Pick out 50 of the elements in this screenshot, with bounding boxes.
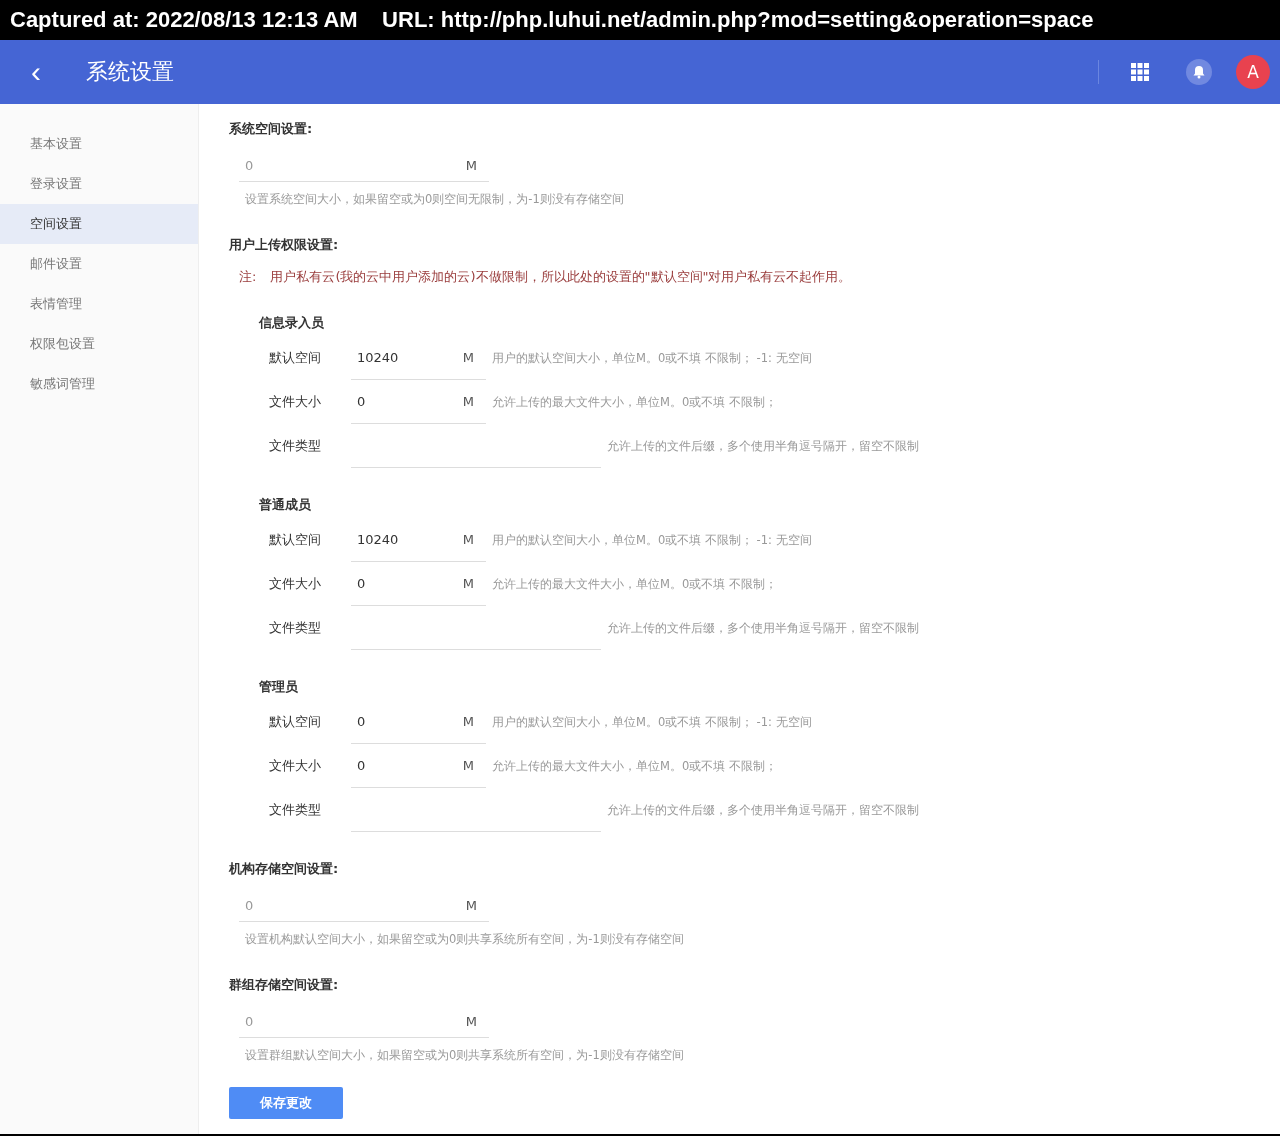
unit-label: M bbox=[462, 700, 486, 744]
group-title: 普通成员 bbox=[259, 496, 312, 514]
hint-text: 允许上传的文件后缀，多个使用半角逗号隔开，留空不限制 bbox=[607, 802, 919, 818]
sidebar-item[interactable]: 基本设置 bbox=[0, 124, 198, 164]
hint-text: 设置机构默认空间大小，如果留空或为0则共享系统所有空间，为-1则没有存储空间 bbox=[245, 932, 685, 948]
capture-caption: Captured at: 2022/08/13 12:13 AM URL: http://php.luhui.net/admin.php?mod=setting&operation=space bbox=[0, 0, 1280, 40]
unit-label: M bbox=[462, 518, 486, 562]
hint-text: 允许上传的文件后缀，多个使用半角逗号隔开，留空不限制 bbox=[607, 438, 919, 454]
hint-text: 允许上传的最大文件大小，单位M。0或不填 不限制； bbox=[492, 576, 777, 592]
sidebar-item[interactable]: 邮件设置 bbox=[0, 244, 198, 284]
hint-text: 允许上传的最大文件大小，单位M。0或不填 不限制； bbox=[492, 758, 777, 774]
section-title: 机构存储空间设置: bbox=[229, 860, 340, 878]
back-button[interactable]: ‹ bbox=[0, 57, 72, 87]
field-label: 默认空间 bbox=[269, 713, 322, 731]
sidebar-item[interactable]: 表情管理 bbox=[0, 284, 198, 324]
user-avatar[interactable]: A bbox=[1236, 55, 1270, 89]
unit-label: M bbox=[465, 1006, 489, 1038]
field-label: 文件大小 bbox=[269, 393, 322, 411]
unit-label: M bbox=[465, 150, 489, 182]
page-title: 系统设置 bbox=[86, 58, 174, 86]
hint-text: 设置系统空间大小，如果留空或为0则空间无限制，为-1则没有存储空间 bbox=[245, 192, 625, 208]
field-label: 文件类型 bbox=[269, 619, 322, 637]
sidebar-item[interactable]: 登录设置 bbox=[0, 164, 198, 204]
hint-text: 设置群组默认空间大小，如果留空或为0则共享系统所有空间，为-1则没有存储空间 bbox=[245, 1048, 685, 1064]
section-title: 系统空间设置: bbox=[229, 120, 314, 138]
field-label: 默认空间 bbox=[269, 349, 322, 367]
hint-text: 允许上传的最大文件大小，单位M。0或不填 不限制； bbox=[492, 394, 777, 410]
group-title: 管理员 bbox=[259, 678, 299, 696]
apps-grid-icon[interactable] bbox=[1131, 63, 1149, 81]
note-label: 注: bbox=[239, 268, 257, 286]
unit-label: M bbox=[465, 890, 489, 922]
hint-text: 用户的默认空间大小，单位M。0或不填 不限制； -1: 无空间 bbox=[492, 714, 812, 730]
field-label: 文件类型 bbox=[269, 437, 322, 455]
field-label: 文件类型 bbox=[269, 801, 322, 819]
hint-text: 允许上传的文件后缀，多个使用半角逗号隔开，留空不限制 bbox=[607, 620, 919, 636]
save-button[interactable]: 保存更改 bbox=[229, 1087, 343, 1119]
note-text: 用户私有云(我的云中用户添加的云)不做限制，所以此处的设置的"默认空间"对用户私有云不起作用。 bbox=[270, 268, 852, 286]
field-label: 文件大小 bbox=[269, 757, 322, 775]
field-label: 默认空间 bbox=[269, 531, 322, 549]
sidebar-item[interactable]: 权限包设置 bbox=[0, 324, 198, 364]
group-title: 信息录入员 bbox=[259, 314, 325, 332]
section-title: 群组存储空间设置: bbox=[229, 976, 340, 994]
field-label: 文件大小 bbox=[269, 575, 322, 593]
section-title: 用户上传权限设置: bbox=[229, 236, 340, 254]
sidebar-item[interactable]: 敏感词管理 bbox=[0, 364, 198, 404]
unit-label: M bbox=[462, 336, 486, 380]
notification-bell-icon[interactable] bbox=[1186, 59, 1212, 85]
sidebar-item[interactable]: 空间设置 bbox=[0, 204, 198, 244]
hint-text: 用户的默认空间大小，单位M。0或不填 不限制； -1: 无空间 bbox=[492, 532, 812, 548]
hint-text: 用户的默认空间大小，单位M。0或不填 不限制； -1: 无空间 bbox=[492, 350, 812, 366]
